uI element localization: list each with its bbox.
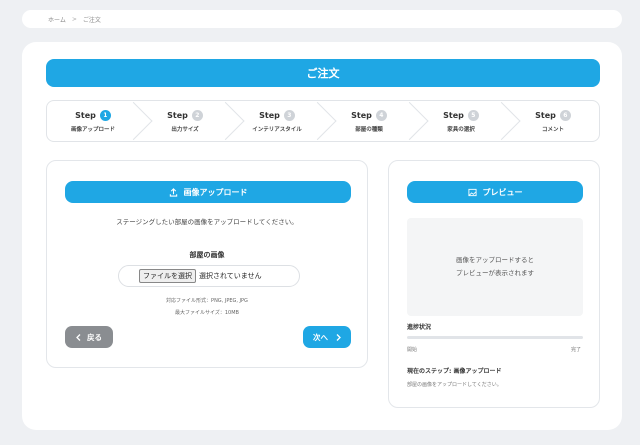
step-word: Step <box>535 110 556 120</box>
upload-section-header: 画像アップロード <box>65 181 351 203</box>
upload-panel: 画像アップロード ステージングしたい部屋の画像をアップロードしてください。 部屋… <box>46 160 368 368</box>
progress-title: 進捗状況 <box>407 324 432 331</box>
step-number: 4 <box>375 109 387 121</box>
step-word: Step <box>351 110 372 120</box>
step-label: 出力サイズ <box>171 126 199 133</box>
step-number: 6 <box>559 109 571 121</box>
preview-section-header: プレビュー <box>407 181 583 203</box>
room-image-file-input[interactable]: ファイルを選択 選択されていません <box>118 265 300 287</box>
breadcrumb-home[interactable]: ホーム <box>48 15 66 24</box>
preview-placeholder-line1: 画像をアップロードすると <box>456 256 534 264</box>
breadcrumb-separator: > <box>71 15 77 23</box>
step-number: 5 <box>467 109 479 121</box>
step-2: Step 2 出力サイズ <box>139 101 231 141</box>
current-step-description: 部屋の画像をアップロードしてください。 <box>407 382 502 388</box>
progress-start-label: 開始 <box>407 347 418 353</box>
progress-end-label: 完了 <box>570 347 581 353</box>
max-size-hint: 最大ファイルサイズ：10MB <box>175 310 239 316</box>
image-preview-area: 画像をアップロードすると プレビューが表示されます <box>407 218 583 316</box>
file-status: 選択されていません <box>199 272 262 280</box>
step-4: Step 4 部屋の種類 <box>323 101 415 141</box>
step-word: Step <box>259 110 280 120</box>
page-title: ご注文 <box>46 59 600 87</box>
image-icon <box>467 188 477 196</box>
next-button-label: 次へ <box>313 332 328 342</box>
progress-bar <box>407 336 583 339</box>
preview-placeholder-line2: プレビューが表示されます <box>456 269 534 277</box>
step-label: 家具の選択 <box>447 126 475 133</box>
chevron-right-icon <box>336 333 341 341</box>
back-button[interactable]: 戻る <box>65 326 113 348</box>
back-button-label: 戻る <box>87 332 102 342</box>
step-number: 3 <box>283 109 295 121</box>
step-label: 画像アップロード <box>70 126 115 133</box>
step-6: Step 6 コメント <box>507 101 599 141</box>
step-label: 部屋の種類 <box>355 126 383 133</box>
preview-panel: プレビュー 画像をアップロードすると プレビューが表示されます 進捗状況 開始 … <box>388 160 600 408</box>
step-5: Step 5 家具の選択 <box>415 101 507 141</box>
room-image-label: 部屋の画像 <box>189 251 225 259</box>
preview-section-title: プレビュー <box>482 187 523 197</box>
step-1: Step 1 画像アップロード <box>47 101 139 141</box>
step-number: 2 <box>191 109 203 121</box>
step-word: Step <box>443 110 464 120</box>
upload-icon <box>169 187 177 197</box>
chevron-left-icon <box>76 333 81 341</box>
step-3: Step 3 インテリアスタイル <box>231 101 323 141</box>
step-label: コメント <box>541 126 564 133</box>
order-card: ご注文 Step 1 画像アップロード Step 2 出力サイズ Step 3 インテ… <box>22 42 622 430</box>
step-indicator: Step 1 画像アップロード Step 2 出力サイズ Step 3 インテリアスタ… <box>46 100 600 142</box>
current-step: 現在のステップ: 画像アップロード <box>407 368 502 375</box>
breadcrumb: ホーム > ご注文 <box>22 10 622 28</box>
next-button[interactable]: 次へ <box>303 326 351 348</box>
step-word: Step <box>167 110 188 120</box>
choose-file-button[interactable]: ファイルを選択 <box>139 269 196 283</box>
step-label: インテリアスタイル <box>252 126 302 133</box>
upload-instruction: ステージングしたい部屋の画像をアップロードしてください。 <box>116 218 298 226</box>
breadcrumb-current: ご注文 <box>82 16 101 24</box>
upload-section-title: 画像アップロード <box>183 187 248 197</box>
step-number: 1 <box>99 109 111 121</box>
step-word: Step <box>75 110 96 120</box>
supported-formats-hint: 対応ファイル形式：PNG, JPEG, JPG <box>166 298 248 304</box>
